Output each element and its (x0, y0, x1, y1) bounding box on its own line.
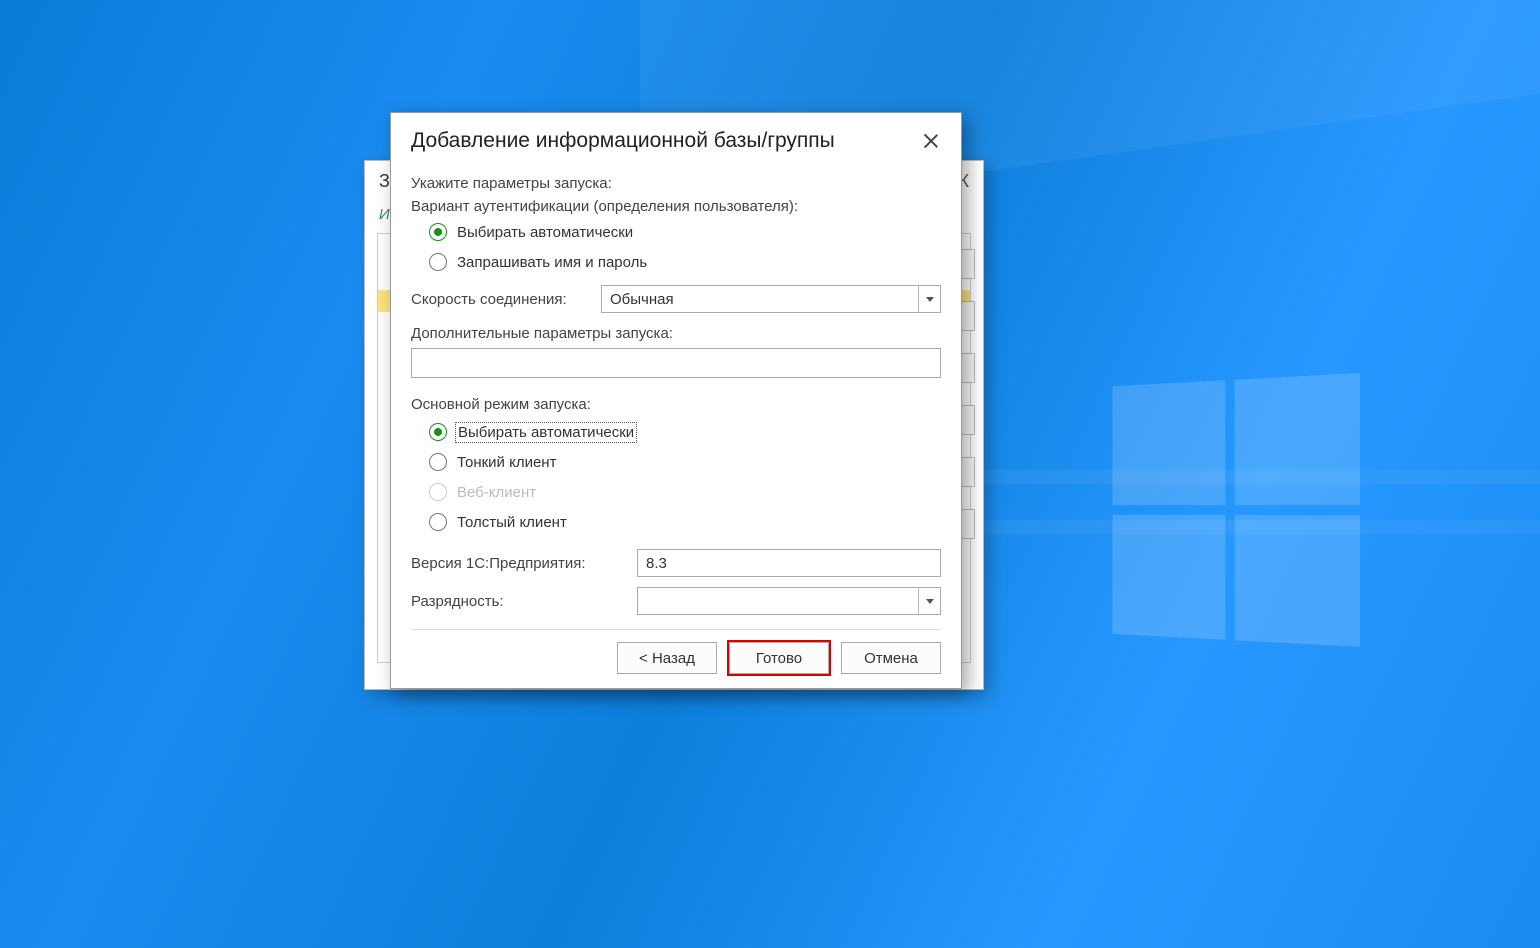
mode-thick-option[interactable]: Толстый клиент (429, 509, 941, 535)
radio-icon (429, 253, 447, 271)
close-icon[interactable] (921, 131, 941, 151)
auth-auto-label: Выбирать автоматически (457, 224, 633, 241)
windows-logo (1112, 373, 1360, 647)
mode-group-label: Основной режим запуска: (411, 396, 941, 413)
bitness-combo[interactable] (637, 587, 941, 615)
launcher-title-fragment: З (379, 171, 390, 192)
auth-group-label: Вариант аутентификации (определения поль… (411, 198, 941, 215)
chevron-down-icon (918, 286, 940, 312)
add-infobase-dialog: Добавление информационной базы/группы Ук… (390, 112, 962, 689)
mode-thin-option[interactable]: Тонкий клиент (429, 449, 941, 475)
chevron-down-icon (918, 588, 940, 614)
mode-auto-label: Выбирать автоматически (457, 424, 635, 441)
auth-ask-label: Запрашивать имя и пароль (457, 254, 647, 271)
divider (411, 629, 941, 630)
radio-icon (429, 513, 447, 531)
version-value: 8.3 (646, 555, 667, 572)
radio-icon (429, 483, 447, 501)
bitness-label: Разрядность: (411, 593, 627, 610)
speed-label: Скорость соединения: (411, 291, 591, 308)
version-label: Версия 1С:Предприятия: (411, 555, 627, 572)
mode-web-label: Веб-клиент (457, 484, 536, 501)
back-button[interactable]: < Назад (617, 642, 717, 674)
radio-icon (429, 453, 447, 471)
auth-auto-option[interactable]: Выбирать автоматически (429, 219, 941, 245)
cancel-button[interactable]: Отмена (841, 642, 941, 674)
dialog-title: Добавление информационной базы/группы (411, 129, 835, 153)
extra-params-input[interactable] (411, 348, 941, 378)
finish-button[interactable]: Готово (729, 642, 829, 674)
mode-thin-label: Тонкий клиент (457, 454, 556, 471)
speed-combo[interactable]: Обычная (601, 285, 941, 313)
auth-ask-option[interactable]: Запрашивать имя и пароль (429, 249, 941, 275)
extra-params-label: Дополнительные параметры запуска: (411, 325, 941, 342)
radio-icon (429, 223, 447, 241)
speed-value: Обычная (610, 291, 674, 308)
intro-label: Укажите параметры запуска: (411, 175, 941, 192)
version-input[interactable]: 8.3 (637, 549, 941, 577)
radio-icon (429, 423, 447, 441)
mode-web-option: Веб-клиент (429, 479, 941, 505)
mode-thick-label: Толстый клиент (457, 514, 567, 531)
mode-auto-option[interactable]: Выбирать автоматически (429, 419, 941, 445)
